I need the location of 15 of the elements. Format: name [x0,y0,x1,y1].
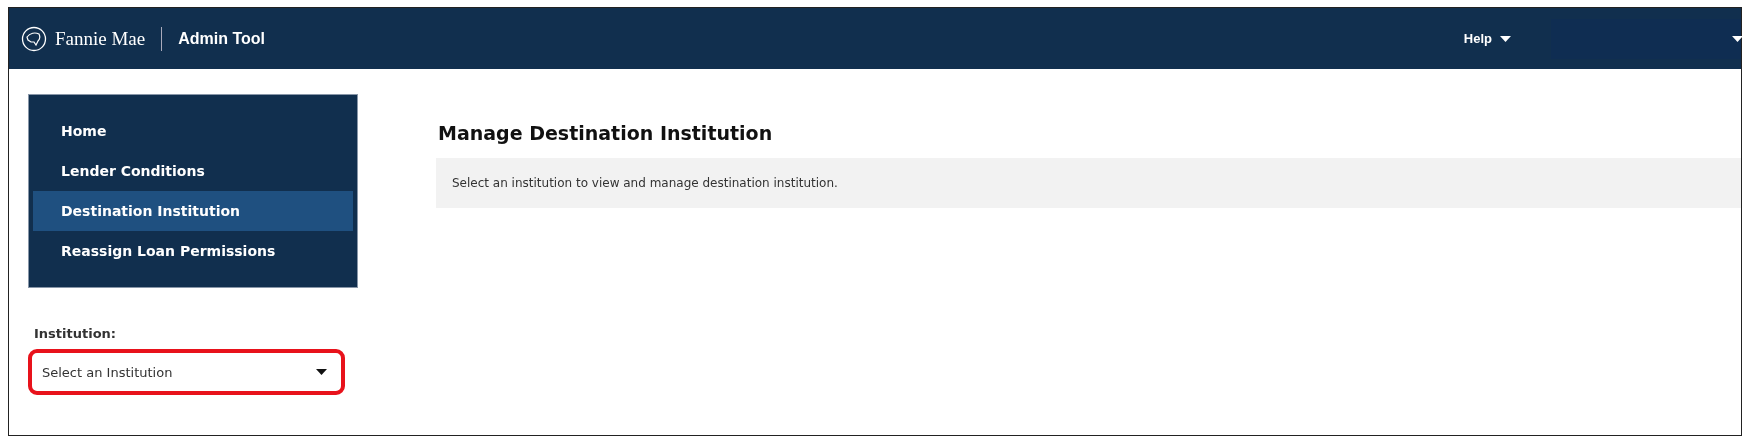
nav-item[interactable]: Lender Conditions [33,151,353,191]
help-menu[interactable]: Help [1453,25,1521,52]
app-title: Admin Tool [178,29,266,48]
page-title: Manage Destination Institution [438,122,774,144]
nav-item[interactable]: Reassign Loan Permissions [33,231,353,271]
info-message: Select an institution to view and manage destination institution. [436,158,1741,208]
nav-item[interactable]: Destination Institution [33,191,353,231]
nav-item[interactable]: Home [33,111,353,151]
caret-icon [316,369,327,375]
user-menu-button[interactable] [1551,18,1741,59]
field-label: Institution: [34,326,118,341]
brand-name: Fannie Mae [55,27,146,50]
caret-icon [1732,35,1743,42]
institution-dropdown[interactable]: Select an Institution [28,349,345,395]
caret-icon [1500,35,1511,42]
